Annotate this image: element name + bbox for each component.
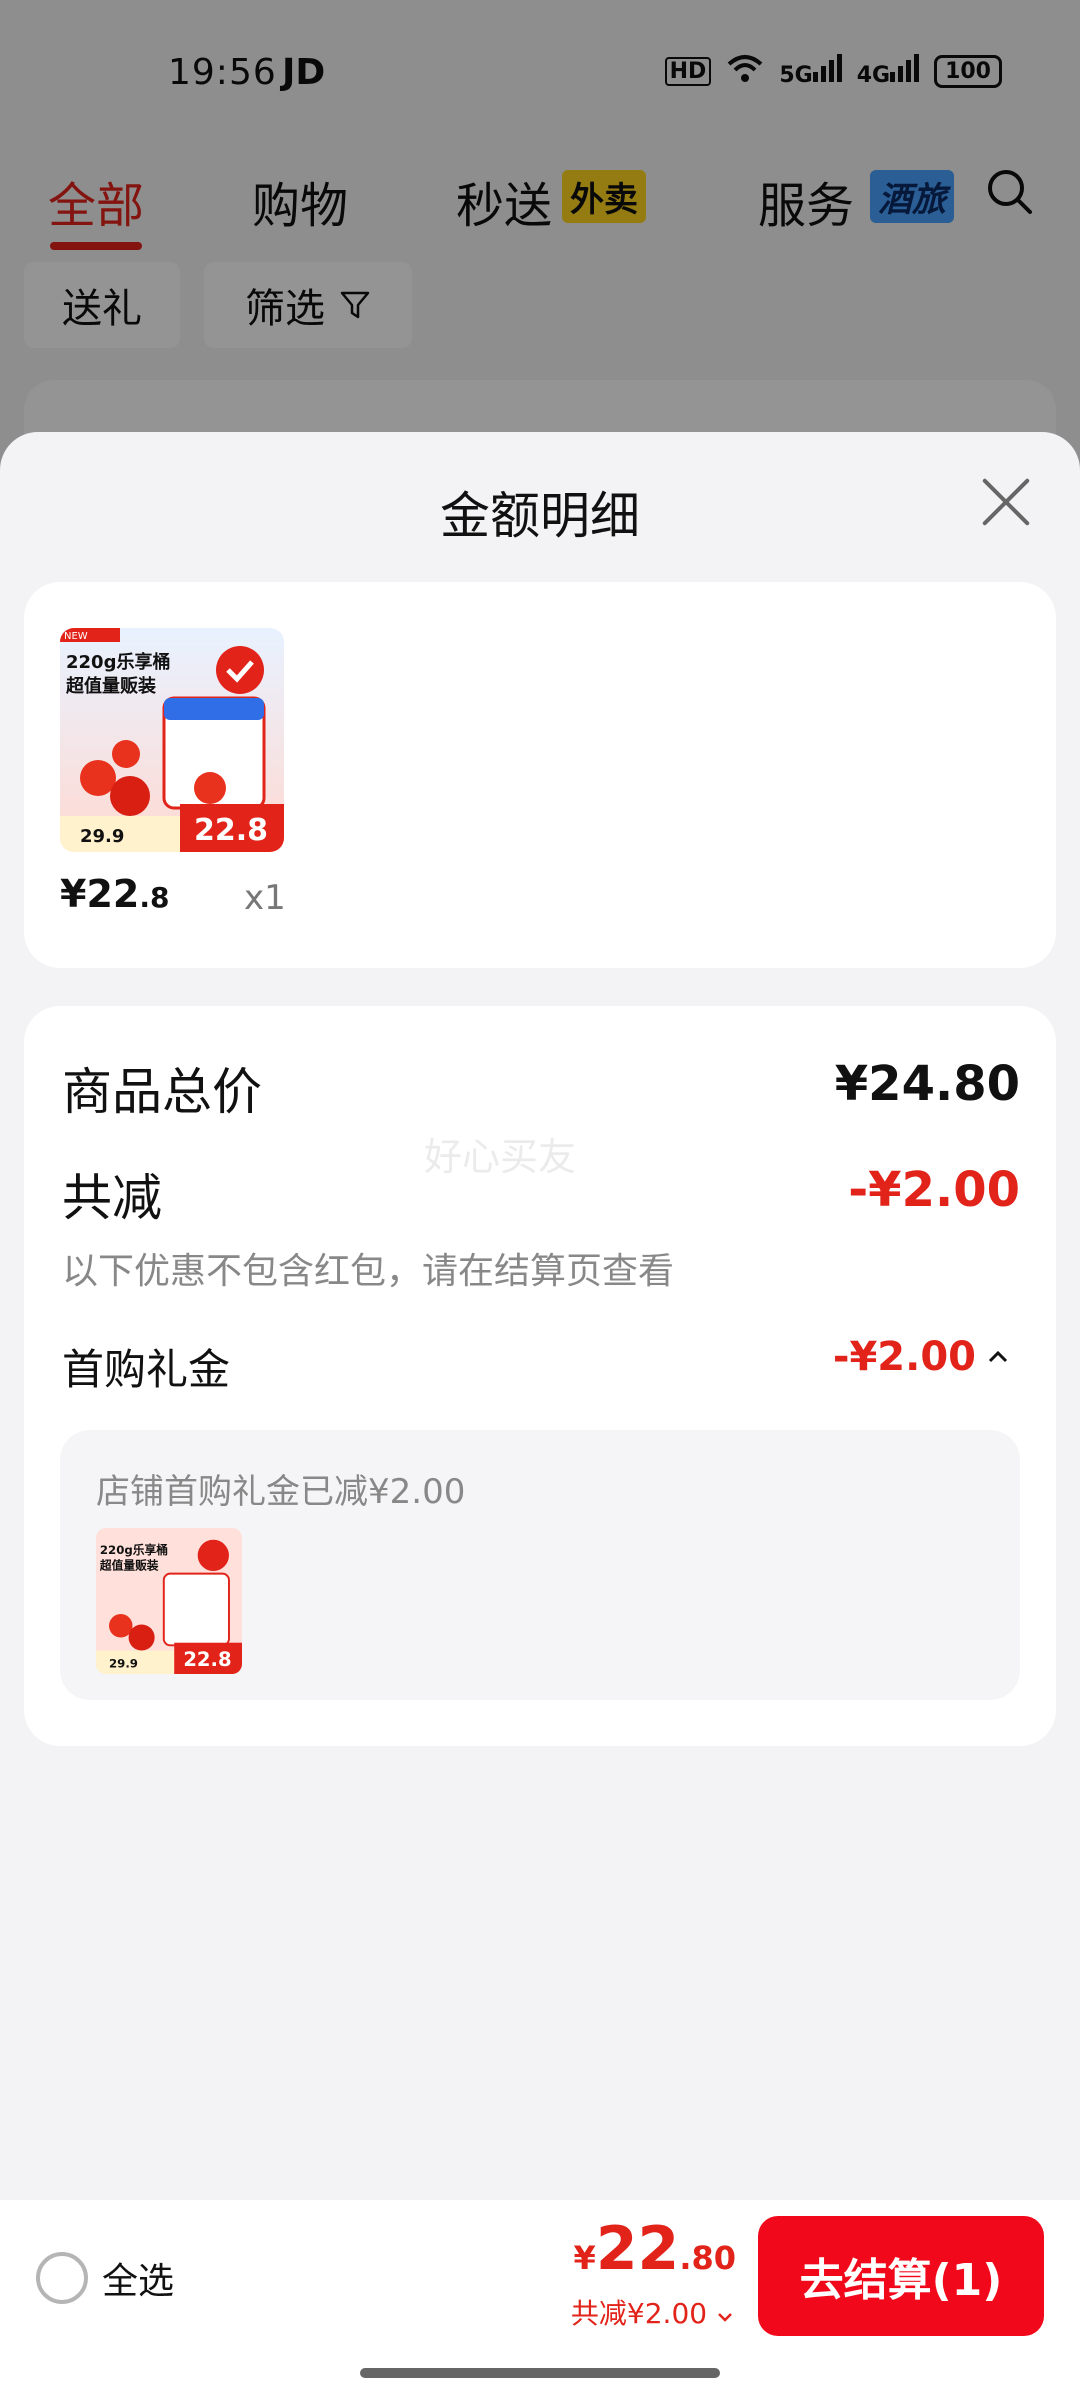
item-quantity: x1: [244, 878, 286, 918]
item-price-main: ¥22: [60, 872, 140, 916]
reduction-label: 共减: [62, 1169, 162, 1227]
thumb-old-price: 29.9: [80, 826, 124, 847]
reduction-note: 以下优惠不包含红包，请在结算页查看: [62, 1251, 675, 1292]
total-label: 商品总价: [62, 1063, 262, 1121]
home-indicator: [360, 2368, 720, 2378]
thumb-headline1: 220g乐享桶: [66, 651, 170, 673]
amount-detail-sheet: 金额明细 NEW 220g乐享桶 超值量贩装 29.9 22.8 ¥22.8 x…: [0, 432, 1080, 2400]
gift-thumb-headline2: 超值量贩装: [99, 1559, 159, 1573]
gift-thumb-headline1: 220g乐享桶: [100, 1543, 168, 1557]
chevron-up-icon: [988, 1350, 1008, 1363]
first-purchase-gift-toggle[interactable]: -¥2.00: [833, 1334, 1010, 1380]
chevron-down-icon: [718, 2313, 732, 2322]
discount-summary[interactable]: 共减¥2.00: [571, 2292, 734, 2332]
product-thumbnail: NEW 220g乐享桶 超值量贩装 29.9 22.8: [60, 628, 284, 852]
total-value: ¥24.80: [834, 1056, 1020, 1112]
reduction-value: -¥2.00: [848, 1162, 1020, 1218]
item-price-decimal: .8: [139, 881, 170, 914]
checkout-button[interactable]: 去结算(1): [758, 2216, 1044, 2336]
total-integer: 22: [595, 2214, 680, 2284]
gift-detail-box: 店铺首购礼金已减¥2.00 220g乐享桶 超值量贩装 29.9 22.8: [60, 1430, 1020, 1700]
discount-text: 共减¥2.00: [570, 2297, 708, 2330]
summary-card: 商品总价 ¥24.80 共减 -¥2.00 以下优惠不包含红包，请在结算页查看 …: [24, 1006, 1056, 1746]
gift-product-thumbnail: 220g乐享桶 超值量贩装 29.9 22.8: [96, 1528, 242, 1674]
watermark: 好心买友: [424, 1135, 577, 1179]
gift-thumb-new-price: 22.8: [183, 1648, 231, 1671]
select-all-label[interactable]: 全选: [102, 2252, 174, 2304]
gift-detail-text: 店铺首购礼金已减¥2.00: [96, 1472, 466, 1512]
first-purchase-gift-label: 首购礼金: [62, 1345, 231, 1394]
first-purchase-gift-value: -¥2.00: [832, 1334, 976, 1380]
sheet-title: 金额明细: [440, 487, 640, 545]
thumb-new-price: 22.8: [194, 813, 268, 848]
gift-product-image: 220g乐享桶 超值量贩装 29.9 22.8: [96, 1528, 242, 1674]
select-all-radio[interactable]: [36, 2252, 88, 2304]
item-price: ¥22.8: [60, 872, 169, 916]
total-price: ¥22.80: [574, 2214, 736, 2284]
total-currency: ¥: [573, 2239, 596, 2277]
total-decimal: .80: [679, 2239, 736, 2277]
product-card: NEW 220g乐享桶 超值量贩装 29.9 22.8 ¥22.8 x1: [24, 582, 1056, 968]
gift-thumb-old-price: 29.9: [109, 1656, 138, 1670]
product-image[interactable]: NEW 220g乐享桶 超值量贩装 29.9 22.8: [60, 628, 284, 852]
close-icon[interactable]: [980, 476, 1032, 528]
thumb-headline2: 超值量贩装: [66, 675, 156, 697]
svg-text:NEW: NEW: [64, 631, 88, 642]
